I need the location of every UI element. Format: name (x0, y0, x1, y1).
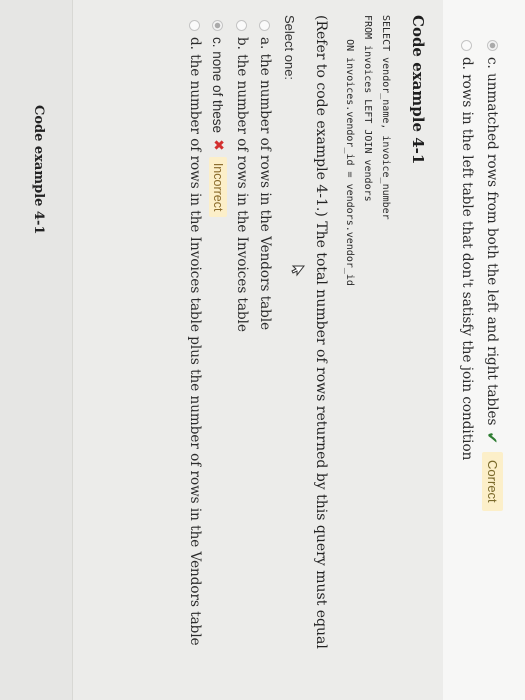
question-text: (Refer to code example 4-1.) The total n… (313, 15, 329, 649)
radio-icon[interactable] (259, 20, 271, 31)
code-line-2: FROM invoices LEFT JOIN vendors (362, 15, 373, 202)
radio-icon[interactable] (461, 40, 473, 51)
checkmark-icon: ✔ (483, 431, 502, 445)
option-a[interactable]: a. the number of rows in the Vendors tab… (257, 20, 273, 330)
radio-icon[interactable] (236, 20, 248, 31)
next-question-header: Code example 4-1 (0, 0, 73, 700)
x-mark-icon: ✖ (210, 139, 226, 151)
correct-badge: Correct (482, 452, 503, 511)
select-one-label: Select one: (282, 15, 297, 81)
prev-option-c-label: c. unmatched rows from both the left and… (484, 57, 501, 426)
question-panel: Code example 4-1 SELECT vendor_name, inv… (73, 0, 443, 700)
prev-option-d-label: d. rows in the left table that don't sat… (459, 57, 475, 461)
radio-icon[interactable] (189, 20, 201, 31)
option-d[interactable]: d. the number of rows in the Invoices ta… (187, 20, 203, 646)
radio-selected-icon[interactable] (487, 40, 498, 51)
prev-option-c[interactable]: c. unmatched rows from both the left and… (482, 40, 503, 511)
next-code-example-label: Code example 4-1 (31, 105, 46, 235)
option-c[interactable]: c. none of these ✖ Incorrect (209, 20, 227, 218)
code-line-3: ON invoices.vendor_id = vendors.vendor_i… (344, 15, 355, 286)
radio-selected-icon[interactable] (212, 20, 224, 31)
previous-question-options: c. unmatched rows from both the left and… (442, 0, 525, 700)
code-example-heading: Code example 4-1 (409, 15, 427, 165)
rotated-page: c. unmatched rows from both the left and… (0, 0, 525, 700)
option-b-label: b. the number of rows in the Invoices ta… (234, 37, 250, 332)
option-d-label: d. the number of rows in the Invoices ta… (187, 37, 203, 646)
code-line-1: SELECT vendor_name, invoice_number (380, 15, 391, 220)
option-c-label: c. none of these (210, 37, 226, 134)
option-a-label: a. the number of rows in the Vendors tab… (257, 37, 273, 331)
option-b[interactable]: b. the number of rows in the Invoices ta… (234, 20, 250, 332)
incorrect-badge: Incorrect (209, 156, 227, 218)
mouse-cursor-icon (291, 265, 305, 277)
prev-option-d[interactable]: d. rows in the left table that don't sat… (459, 40, 475, 460)
